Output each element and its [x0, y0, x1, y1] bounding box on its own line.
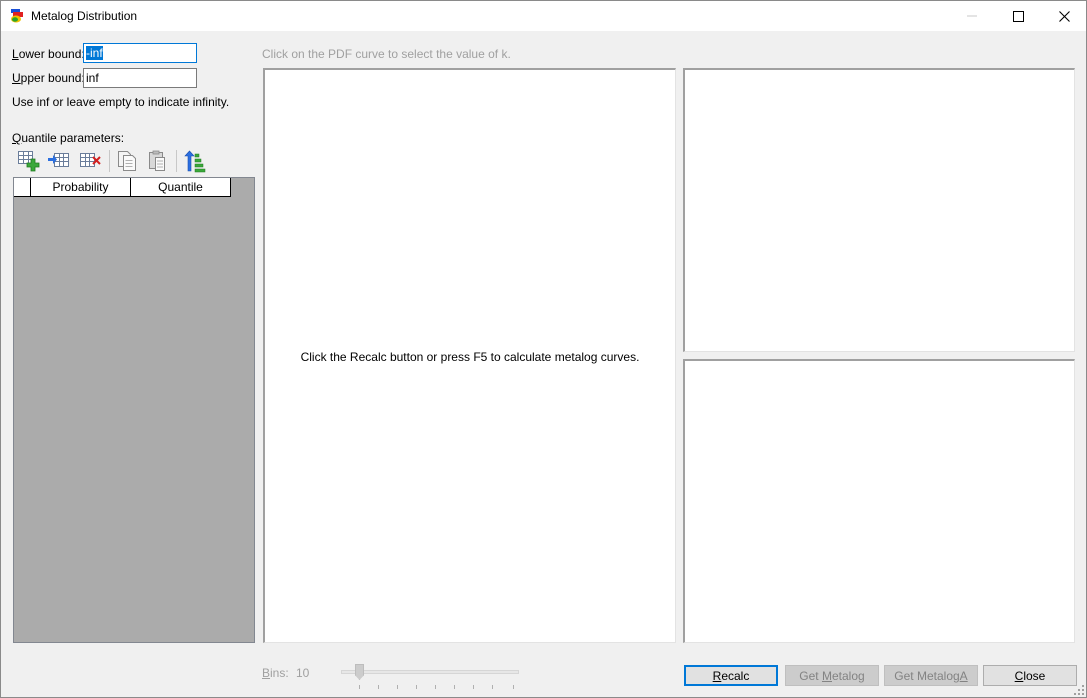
add-row-button[interactable]	[14, 147, 42, 175]
quantile-grid[interactable]: Probability Quantile	[13, 177, 255, 643]
upper-bound-value: inf	[86, 71, 99, 85]
delete-row-icon	[80, 153, 101, 167]
slider-tick	[435, 685, 436, 689]
close-button-text: lose	[1023, 668, 1046, 683]
pdf-chart-panel[interactable]: Click the Recalc button or press F5 to c…	[263, 68, 676, 643]
upper-bound-label: Upper bound:	[12, 71, 85, 85]
insert-row-button[interactable]	[45, 147, 73, 175]
minimize-button[interactable]	[949, 1, 995, 31]
quantile-chart-panel[interactable]	[683, 359, 1075, 643]
slider-tick	[492, 685, 493, 689]
upper-bound-input[interactable]: inf	[83, 68, 197, 88]
minimize-icon	[967, 15, 977, 17]
get-metaloga-text-a: Get Metalog	[894, 668, 960, 683]
close-icon	[1058, 10, 1070, 22]
bins-value: 10	[296, 666, 310, 680]
recalc-button[interactable]: Recalc	[684, 665, 778, 686]
paste-icon	[149, 150, 165, 171]
recalc-button-text: ecalc	[721, 668, 750, 683]
insert-row-icon	[48, 153, 69, 167]
title-bar: Metalog Distribution	[1, 1, 1086, 31]
copy-icon	[118, 151, 136, 171]
toolbar-separator	[109, 150, 110, 172]
slider-tick	[513, 685, 514, 689]
metalog-app-icon	[11, 9, 23, 23]
get-metalog-button[interactable]: Get Metalog	[785, 665, 879, 686]
bins-label: Bins:	[262, 666, 289, 680]
grid-header: Probability Quantile	[14, 178, 231, 197]
upper-bound-label-text: pper bound:	[20, 71, 85, 85]
column-header-quantile[interactable]: Quantile	[131, 178, 231, 196]
sort-ascending-icon	[184, 150, 206, 173]
maximize-icon	[1012, 10, 1024, 22]
metalog-window: Metalog Distribution Lower bound: -inf U…	[0, 0, 1087, 698]
lower-bound-value: -inf	[86, 46, 103, 60]
close-window-button[interactable]	[1041, 1, 1087, 31]
calculate-message: Click the Recalc button or press F5 to c…	[300, 350, 640, 364]
cdf-chart-panel[interactable]	[683, 68, 1075, 352]
quantile-parameters-label-text: uantile parameters:	[21, 131, 125, 145]
maximize-button[interactable]	[995, 1, 1041, 31]
bins-slider-track[interactable]	[341, 670, 519, 674]
slider-tick	[397, 685, 398, 689]
get-metalog-text-a: Get	[799, 668, 822, 683]
slider-tick	[454, 685, 455, 689]
slider-tick	[473, 685, 474, 689]
column-header-probability[interactable]: Probability	[31, 178, 131, 196]
copy-button[interactable]	[113, 147, 141, 175]
delete-row-button[interactable]	[76, 147, 104, 175]
lower-bound-label: Lower bound:	[12, 47, 85, 61]
add-row-icon	[18, 151, 40, 172]
paste-button[interactable]	[144, 147, 172, 175]
get-metalog-text-b: etalog	[831, 668, 865, 683]
close-button[interactable]: Close	[983, 665, 1077, 686]
window-title: Metalog Distribution	[31, 9, 138, 23]
grid-row-header-corner	[14, 178, 31, 196]
bins-label-text: ins:	[270, 666, 289, 680]
resize-grip-icon[interactable]	[1074, 685, 1084, 695]
slider-tick	[359, 685, 360, 689]
pdf-hint: Click on the PDF curve to select the val…	[262, 47, 511, 61]
quantile-parameters-label: Quantile parameters:	[12, 131, 125, 145]
slider-tick	[416, 685, 417, 689]
sort-ascending-button[interactable]	[180, 147, 208, 175]
slider-tick	[378, 685, 379, 689]
lower-bound-input[interactable]: -inf	[83, 43, 197, 63]
toolbar-separator	[176, 150, 177, 172]
get-metaloga-button[interactable]: Get Metalog A	[884, 665, 978, 686]
lower-bound-label-text: ower bound:	[18, 47, 85, 61]
bins-slider-thumb[interactable]	[355, 664, 364, 680]
infinity-hint: Use inf or leave empty to indicate infin…	[12, 95, 230, 109]
